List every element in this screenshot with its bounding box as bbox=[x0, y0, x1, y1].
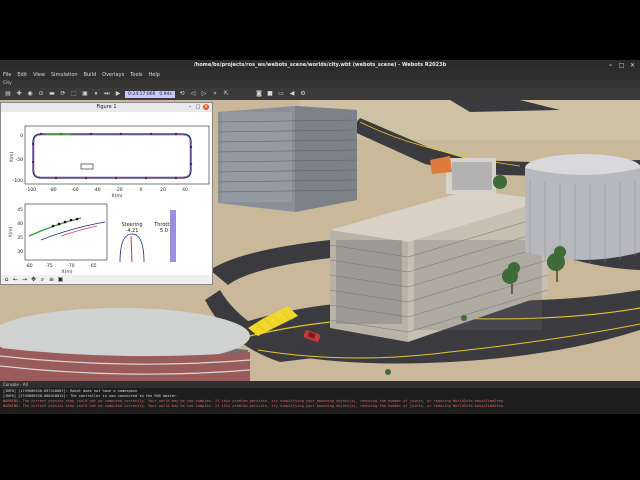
plot1-ytick: 0 bbox=[20, 133, 23, 139]
add-node-icon[interactable]: ✚ bbox=[15, 90, 23, 98]
plot1-xtick: -40 bbox=[93, 187, 100, 193]
cylinder-glass-building bbox=[0, 308, 251, 381]
configure-icon[interactable]: ≡ bbox=[48, 276, 55, 283]
plot1-xtick: -80 bbox=[49, 187, 56, 193]
scene-tree-icon[interactable]: ▤ bbox=[4, 90, 12, 98]
movie-icon[interactable]: ■ bbox=[266, 90, 274, 98]
reset-icon[interactable]: ⟲ bbox=[178, 90, 186, 98]
figure-canvas: Y(m) 0 -50 -100 -100 -80 -60 -40 -20 0 2… bbox=[8, 125, 210, 275]
plot1-xtick: 0 bbox=[140, 187, 143, 193]
plot1-xtick: -60 bbox=[71, 187, 78, 193]
settings-icon[interactable]: ⚙ bbox=[299, 90, 307, 98]
menu-edit[interactable]: Edit bbox=[17, 71, 27, 80]
plot1-ytick: -100 bbox=[13, 178, 23, 184]
fast-icon[interactable]: » bbox=[211, 90, 219, 98]
share-icon[interactable]: ⬚ bbox=[70, 90, 78, 98]
window-title: /home/bs/projects/ros_ws/webots_scene/wo… bbox=[193, 62, 447, 68]
throttle-gauge: Throttle 5.0 bbox=[153, 210, 176, 262]
zoom-icon[interactable]: ⌕ bbox=[39, 276, 46, 283]
open-world-icon[interactable]: ⊙ bbox=[37, 90, 45, 98]
real-time-icon[interactable]: ▷ bbox=[200, 90, 208, 98]
time-value: 0:24:17:066 bbox=[128, 91, 156, 97]
plot1-xtick: 40 bbox=[182, 187, 188, 193]
figure-controls: – □ × bbox=[187, 104, 209, 110]
main-toolbar: ▤ ✚ ◉ ⊙ ▬ ⟳ ⬚ ▣ ⏸ ⏭ ▶ 0:24:17:066 0.94x … bbox=[0, 88, 640, 100]
play-icon[interactable]: ▶ bbox=[114, 90, 122, 98]
fullscreen-icon[interactable]: ▭ bbox=[277, 90, 285, 98]
menu-overlays[interactable]: Overlays bbox=[102, 71, 124, 80]
plot2-ylabel: Y(m) bbox=[8, 226, 14, 238]
plot1-xtick: -20 bbox=[115, 187, 122, 193]
back-icon[interactable]: ← bbox=[12, 276, 19, 283]
world-tab-label: City bbox=[3, 81, 12, 86]
forward-icon[interactable]: → bbox=[21, 276, 28, 283]
camera-icon[interactable]: ◙ bbox=[255, 90, 263, 98]
plot2-ytick: 45 bbox=[17, 207, 23, 213]
menu-simulation[interactable]: Simulation bbox=[51, 71, 78, 80]
pause-icon[interactable]: ⏸ bbox=[92, 90, 100, 98]
menu-build[interactable]: Build bbox=[84, 71, 97, 80]
plot1-ytick: -50 bbox=[16, 157, 23, 163]
pan-icon[interactable]: ✥ bbox=[30, 276, 37, 283]
viewpoint-icon[interactable]: ◉ bbox=[26, 90, 34, 98]
round-building bbox=[525, 154, 640, 264]
menu-view[interactable]: View bbox=[33, 71, 45, 80]
sound-icon[interactable]: ◀ bbox=[288, 90, 296, 98]
glass-office-building bbox=[217, 106, 358, 212]
step-icon[interactable]: ⏭ bbox=[103, 90, 111, 98]
save-icon[interactable]: ▬ bbox=[48, 90, 56, 98]
plot1-xlabel: X(m) bbox=[112, 193, 123, 199]
speed-value: 0.94x bbox=[159, 91, 172, 97]
figure-minimize-icon[interactable]: – bbox=[187, 104, 193, 110]
console-title: Console - All bbox=[3, 382, 28, 387]
simulation-time: 0:24:17:066 0.94x bbox=[125, 90, 175, 98]
plot1-xtick: 20 bbox=[160, 187, 166, 193]
record-icon[interactable]: ▣ bbox=[81, 90, 89, 98]
screen: /home/bs/projects/ros_ws/webots_scene/wo… bbox=[0, 0, 640, 480]
figure-close-icon[interactable]: × bbox=[203, 104, 209, 110]
window-titlebar[interactable]: /home/bs/projects/ros_ws/webots_scene/wo… bbox=[0, 60, 640, 71]
home-icon[interactable]: ⌂ bbox=[3, 276, 10, 283]
step-back-icon[interactable]: ◁ bbox=[189, 90, 197, 98]
menu-tools[interactable]: Tools bbox=[130, 71, 142, 80]
plot2-ytick: 30 bbox=[17, 249, 23, 255]
minimize-icon[interactable]: – bbox=[607, 62, 614, 69]
plot2-ytick: 35 bbox=[17, 235, 23, 241]
save-figure-icon[interactable]: ▣ bbox=[57, 276, 64, 283]
console-line: WARNING: The current physics step could … bbox=[3, 404, 505, 408]
figure-titlebar[interactable]: Figure 1 – □ × bbox=[1, 103, 212, 112]
plot2-xtick: -75 bbox=[45, 263, 52, 269]
menu-file[interactable]: File bbox=[3, 71, 11, 80]
figure-maximize-icon[interactable]: □ bbox=[195, 104, 201, 110]
pointer-icon[interactable]: ⇱ bbox=[222, 90, 230, 98]
figure-title: Figure 1 bbox=[96, 104, 117, 110]
plot1-xtick: -100 bbox=[26, 187, 36, 193]
menu-bar: File Edit View Simulation Build Overlays… bbox=[0, 71, 640, 80]
steering-value: -4.21 bbox=[126, 228, 139, 234]
steering-gauge: Steering -4.21 bbox=[119, 222, 145, 263]
throttle-bar bbox=[170, 210, 176, 262]
console-panel[interactable]: [INFO] [1749609530.057418087]: Robot doe… bbox=[0, 388, 640, 414]
maximize-icon[interactable]: □ bbox=[618, 62, 625, 69]
plot2-xtick: -70 bbox=[67, 263, 74, 269]
throttle-value: 5.0 bbox=[160, 228, 168, 234]
window-controls: – □ ✕ bbox=[607, 62, 636, 69]
plot2-ytick: 40 bbox=[17, 221, 23, 227]
webots-window: /home/bs/projects/ros_ws/webots_scene/wo… bbox=[0, 60, 640, 414]
figure-toolbar: ⌂ ← → ✥ ⌕ ≡ ▣ bbox=[1, 275, 212, 284]
plot2-xtick: -80 bbox=[25, 263, 32, 269]
menu-help[interactable]: Help bbox=[149, 71, 160, 80]
world-tab[interactable]: City bbox=[0, 80, 640, 88]
plot2-xtick: -65 bbox=[89, 263, 96, 269]
console-header[interactable]: Console - All bbox=[0, 381, 640, 388]
plot1-ylabel: Y(m) bbox=[9, 151, 15, 163]
reload-icon[interactable]: ⟳ bbox=[59, 90, 67, 98]
figure-window: Figure 1 – □ × Y(m) 0 -50 -100 -100 -80 … bbox=[0, 102, 213, 285]
close-icon[interactable]: ✕ bbox=[629, 62, 636, 69]
